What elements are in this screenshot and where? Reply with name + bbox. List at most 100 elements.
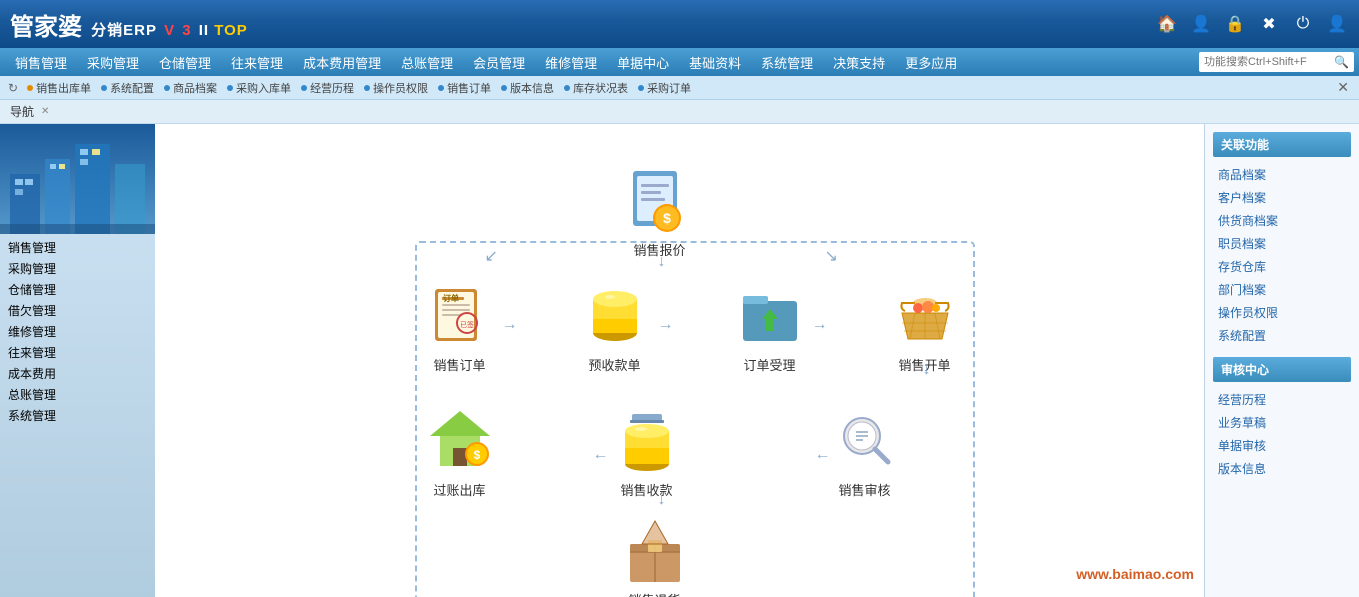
tab-item-8[interactable]: 库存状况表: [560, 80, 632, 96]
flow-node-return[interactable]: 销售退货: [620, 516, 690, 597]
menu-item-往来管理[interactable]: 往来管理: [221, 48, 293, 76]
receive-label: 订单受理: [743, 355, 795, 374]
menu-item-成本费用管理[interactable]: 成本费用管理: [293, 48, 391, 76]
sidebar-item-7[interactable]: 总账管理: [8, 386, 147, 403]
account-icon[interactable]: 👤: [1325, 12, 1349, 36]
panel-link-0-0[interactable]: 商品档案: [1213, 163, 1351, 186]
right-panel-content: 关联功能商品档案客户档案供货商档案职员档案存货仓库部门档案操作员权限系统配置审核…: [1213, 132, 1351, 480]
nav-close-icon[interactable]: ✕: [41, 106, 49, 117]
audit-icon: [830, 406, 900, 476]
tab-label-3: 采购入库单: [236, 80, 291, 96]
user-profile-icon[interactable]: 👤: [1189, 12, 1213, 36]
panel-link-1-0[interactable]: 经营历程: [1213, 388, 1351, 411]
tab-item-4[interactable]: 经营历程: [297, 80, 358, 96]
arrow-invoice-down: ↓: [923, 361, 931, 379]
panel-link-0-2[interactable]: 供货商档案: [1213, 209, 1351, 232]
panel-link-0-6[interactable]: 操作员权限: [1213, 301, 1351, 324]
svg-text:已签: 已签: [460, 320, 474, 329]
menu-item-采购管理[interactable]: 采购管理: [77, 48, 149, 76]
tab-label-2: 商品档案: [173, 80, 217, 96]
panel-link-1-2[interactable]: 单据审核: [1213, 434, 1351, 457]
power-icon[interactable]: ⏻: [1291, 12, 1315, 36]
main: 销售管理采购管理仓储管理借欠管理维修管理往来管理成本费用总账管理系统管理: [0, 124, 1359, 597]
panel-section-title-0: 关联功能: [1213, 132, 1351, 157]
quote-icon: $: [625, 166, 695, 236]
tab-item-5[interactable]: 操作员权限: [360, 80, 432, 96]
arrow-receive-right: →: [812, 316, 828, 334]
svg-text:$: $: [473, 448, 480, 462]
menu-item-系统管理[interactable]: 系统管理: [751, 48, 823, 76]
flow-node-checkout[interactable]: $ 过账出库: [425, 406, 495, 499]
flow-node-prepay[interactable]: 预收款单: [580, 281, 650, 374]
checkout-label: 过账出库: [433, 480, 485, 499]
header: 管家婆 分销ERP V 3 II TOP 🏠 👤 🔒 ✖ ⏻ 👤: [0, 0, 1359, 48]
panel-link-1-1[interactable]: 业务草稿: [1213, 411, 1351, 434]
panel-link-0-7[interactable]: 系统配置: [1213, 324, 1351, 347]
sidebar-item-2[interactable]: 仓储管理: [8, 281, 147, 298]
tab-item-6[interactable]: 销售订单: [434, 80, 495, 96]
home-icon[interactable]: 🏠: [1155, 12, 1179, 36]
arrow-prepay-right: →: [658, 316, 674, 334]
tab-close-all[interactable]: ✕: [1332, 79, 1354, 96]
menu-item-基础资料[interactable]: 基础资料: [679, 48, 751, 76]
flow-node-quote[interactable]: $ 销售报价: [625, 166, 695, 259]
tab-item-1[interactable]: 系统配置: [97, 80, 158, 96]
svg-text:订单: 订单: [443, 293, 459, 303]
flow-node-payment[interactable]: 销售收款: [612, 406, 682, 499]
search-input[interactable]: [1204, 56, 1334, 68]
menu-item-单据中心[interactable]: 单据中心: [607, 48, 679, 76]
quote-svg: $: [625, 166, 695, 236]
arrow-payment-down: ↓: [658, 491, 666, 509]
tab-item-2[interactable]: 商品档案: [160, 80, 221, 96]
tab-item-3[interactable]: 采购入库单: [223, 80, 295, 96]
arrow-quote-down: ↓: [658, 253, 666, 271]
panel-link-0-3[interactable]: 职员档案: [1213, 232, 1351, 255]
tab-label-0: 销售出库单: [36, 80, 91, 96]
menu-item-总账管理[interactable]: 总账管理: [391, 48, 463, 76]
menu-item-销售管理[interactable]: 销售管理: [5, 48, 77, 76]
panel-link-0-1[interactable]: 客户档案: [1213, 186, 1351, 209]
sidebar-item-8[interactable]: 系统管理: [8, 407, 147, 424]
order-label: 销售订单: [433, 355, 485, 374]
arrow-payment-left: ←: [593, 446, 609, 464]
panel-link-0-5[interactable]: 部门档案: [1213, 278, 1351, 301]
menu-item-会员管理[interactable]: 会员管理: [463, 48, 535, 76]
menu-item-更多应用[interactable]: 更多应用: [895, 48, 967, 76]
panel-section-title-1: 审核中心: [1213, 357, 1351, 382]
order-icon: 订单 已签: [425, 281, 495, 351]
audit-svg: [830, 406, 900, 476]
prepay-label: 预收款单: [588, 355, 640, 374]
center-content: $ 销售报价 ↓ 订单: [155, 124, 1204, 597]
tabs-container: 销售出库单 系统配置 商品档案 采购入库单 经营历程操作员权限销售订单版本信息库存状况表…: [23, 80, 1330, 96]
menu-item-维修管理[interactable]: 维修管理: [535, 48, 607, 76]
close-icon[interactable]: ✖: [1257, 12, 1281, 36]
sidebar-item-3[interactable]: 借欠管理: [8, 302, 147, 319]
menu-item-仓储管理[interactable]: 仓储管理: [149, 48, 221, 76]
return-icon: [620, 516, 690, 586]
search-box[interactable]: 🔍: [1199, 52, 1354, 72]
flow-node-order[interactable]: 订单 已签 销售订单: [425, 281, 495, 374]
sidebar-item-6[interactable]: 成本费用: [8, 365, 147, 382]
prepay-svg: [580, 281, 650, 351]
sidebar-item-5[interactable]: 往来管理: [8, 344, 147, 361]
tab-refresh-icon[interactable]: ↻: [5, 81, 21, 95]
flow-node-audit[interactable]: 销售审核: [830, 406, 900, 499]
tab-item-9[interactable]: 采购订单: [634, 80, 695, 96]
sidebar-item-0[interactable]: 销售管理: [8, 239, 147, 256]
navbar: 导航 ✕: [0, 100, 1359, 124]
lock-icon[interactable]: 🔒: [1223, 12, 1247, 36]
panel-link-1-3[interactable]: 版本信息: [1213, 457, 1351, 480]
tab-label-4: 经营历程: [310, 80, 354, 96]
tab-item-0[interactable]: 销售出库单: [23, 80, 95, 96]
menu-item-决策支持[interactable]: 决策支持: [823, 48, 895, 76]
flow-node-receive[interactable]: 订单受理: [735, 281, 805, 374]
sidebar-item-4[interactable]: 维修管理: [8, 323, 147, 340]
flow-diagram: $ 销售报价 ↓ 订单: [370, 151, 990, 571]
svg-text:$: $: [663, 210, 671, 226]
sidebar-item-1[interactable]: 采购管理: [8, 260, 147, 277]
search-icon[interactable]: 🔍: [1334, 55, 1349, 69]
tab-item-7[interactable]: 版本信息: [497, 80, 558, 96]
payment-icon: [612, 406, 682, 476]
tab-label-1: 系统配置: [110, 80, 154, 96]
panel-link-0-4[interactable]: 存货仓库: [1213, 255, 1351, 278]
